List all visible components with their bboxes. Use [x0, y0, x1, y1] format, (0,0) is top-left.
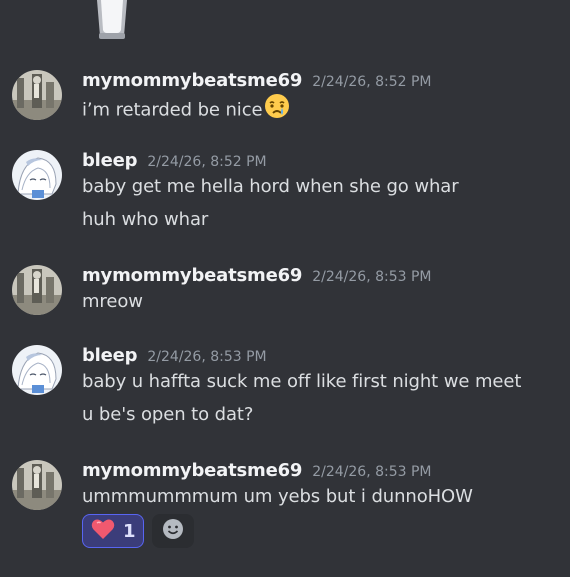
message-text: huh who whar	[82, 209, 209, 230]
crying-face-icon	[263, 92, 291, 125]
message-text: u be's open to dat?	[82, 404, 254, 425]
message-text: baby get me hella hord when she go whar	[82, 176, 459, 197]
avatar[interactable]	[12, 265, 62, 315]
message-text: mreow	[82, 291, 143, 312]
timestamp: 2/24/26, 8:52 PM	[312, 74, 432, 90]
avatar[interactable]	[12, 460, 62, 510]
username[interactable]: bleep	[82, 345, 138, 366]
message-text: ummmummmum um yebs but i dunnoHOW	[82, 486, 473, 507]
add-reaction-button[interactable]	[152, 514, 194, 548]
timestamp: 2/24/26, 8:53 PM	[312, 464, 432, 480]
avatar[interactable]	[12, 70, 62, 120]
avatar[interactable]	[12, 150, 62, 200]
timestamp: 2/24/26, 8:53 PM	[147, 349, 267, 365]
avatar[interactable]	[12, 345, 62, 395]
message-text: baby u haffta suck me off like first nig…	[82, 371, 522, 392]
message-group: mymommybeatsme69 2/24/26, 8:53 PM mreow	[0, 265, 570, 325]
message-group: mymommybeatsme69 2/24/26, 8:52 PM i’m re…	[0, 70, 570, 130]
message-text: i’m retarded be nice	[82, 94, 291, 125]
heart-icon	[91, 518, 115, 544]
reaction-count: 1	[123, 520, 136, 542]
glass-emoji-attachment[interactable]	[95, 0, 129, 40]
chat-message-list: mymommybeatsme69 2/24/26, 8:52 PM i’m re…	[0, 0, 570, 577]
timestamp: 2/24/26, 8:53 PM	[312, 269, 432, 285]
message-group: bleep 2/24/26, 8:52 PM baby get me hella…	[0, 150, 570, 240]
username[interactable]: mymommybeatsme69	[82, 460, 302, 481]
username[interactable]: mymommybeatsme69	[82, 70, 302, 91]
username[interactable]: bleep	[82, 150, 138, 171]
smiley-icon	[162, 518, 184, 544]
message-group: mymommybeatsme69 2/24/26, 8:53 PM ummmum…	[0, 460, 570, 560]
username[interactable]: mymommybeatsme69	[82, 265, 302, 286]
message-group: bleep 2/24/26, 8:53 PM baby u haffta suc…	[0, 345, 570, 435]
timestamp: 2/24/26, 8:52 PM	[147, 154, 267, 170]
heart-reaction-button[interactable]: 1	[82, 514, 144, 548]
